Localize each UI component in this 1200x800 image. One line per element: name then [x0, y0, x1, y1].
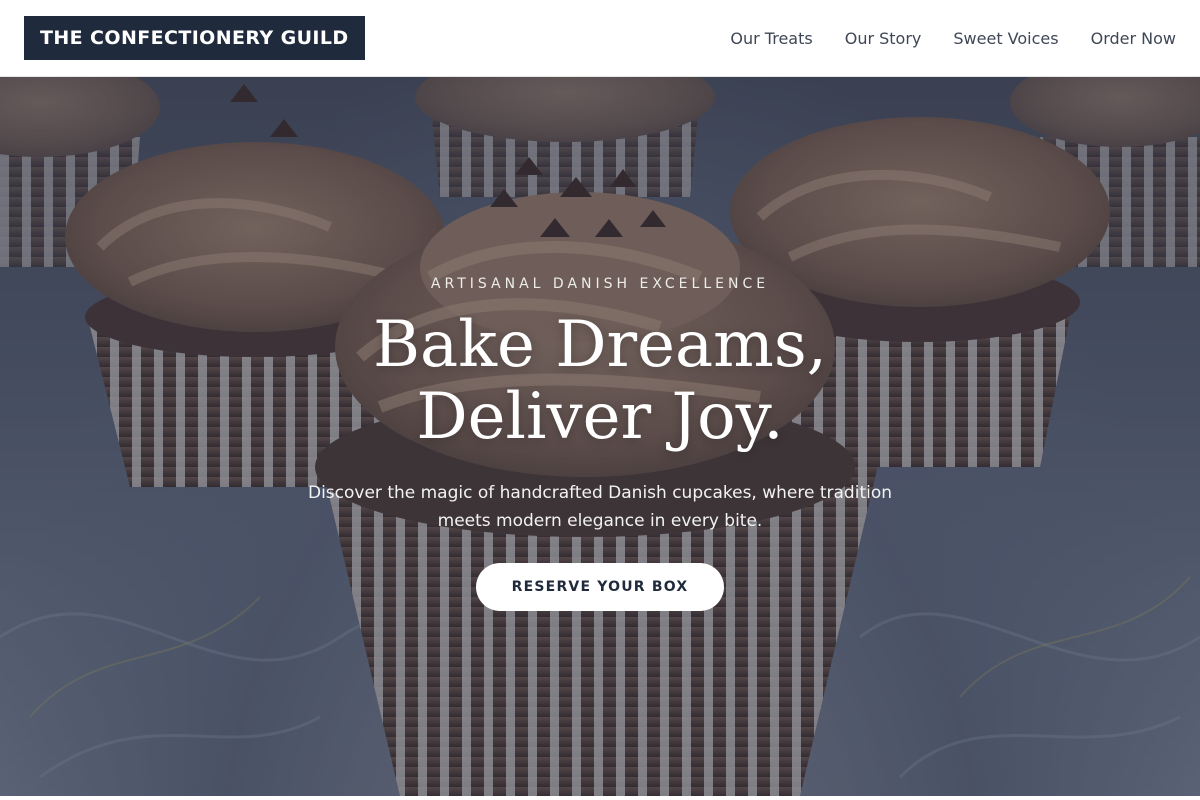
nav-link-our-story[interactable]: Our Story — [845, 29, 922, 48]
hero-section: ARTISANAL DANISH EXCELLENCE Bake Dreams,… — [0, 77, 1200, 796]
brand-logo[interactable]: THE CONFECTIONERY GUILD — [24, 16, 365, 60]
hero-eyebrow: ARTISANAL DANISH EXCELLENCE — [430, 276, 770, 292]
page-bottom-edge — [0, 796, 1200, 800]
main-nav: Our Treats Our Story Sweet Voices Order … — [730, 29, 1176, 48]
hero-headline-line-2: Deliver Joy. — [416, 380, 784, 454]
nav-link-order-now[interactable]: Order Now — [1091, 29, 1176, 48]
nav-link-sweet-voices[interactable]: Sweet Voices — [953, 29, 1058, 48]
nav-link-our-treats[interactable]: Our Treats — [730, 29, 812, 48]
hero-headline: Bake Dreams, Deliver Joy. — [0, 309, 1200, 453]
site-header: THE CONFECTIONERY GUILD Our Treats Our S… — [0, 0, 1200, 77]
hero-content: ARTISANAL DANISH EXCELLENCE Bake Dreams,… — [0, 77, 1200, 796]
reserve-box-button[interactable]: RESERVE YOUR BOX — [476, 563, 724, 611]
hero-subtext: Discover the magic of handcrafted Danish… — [307, 483, 893, 531]
hero-headline-line-1: Bake Dreams, — [373, 308, 827, 382]
